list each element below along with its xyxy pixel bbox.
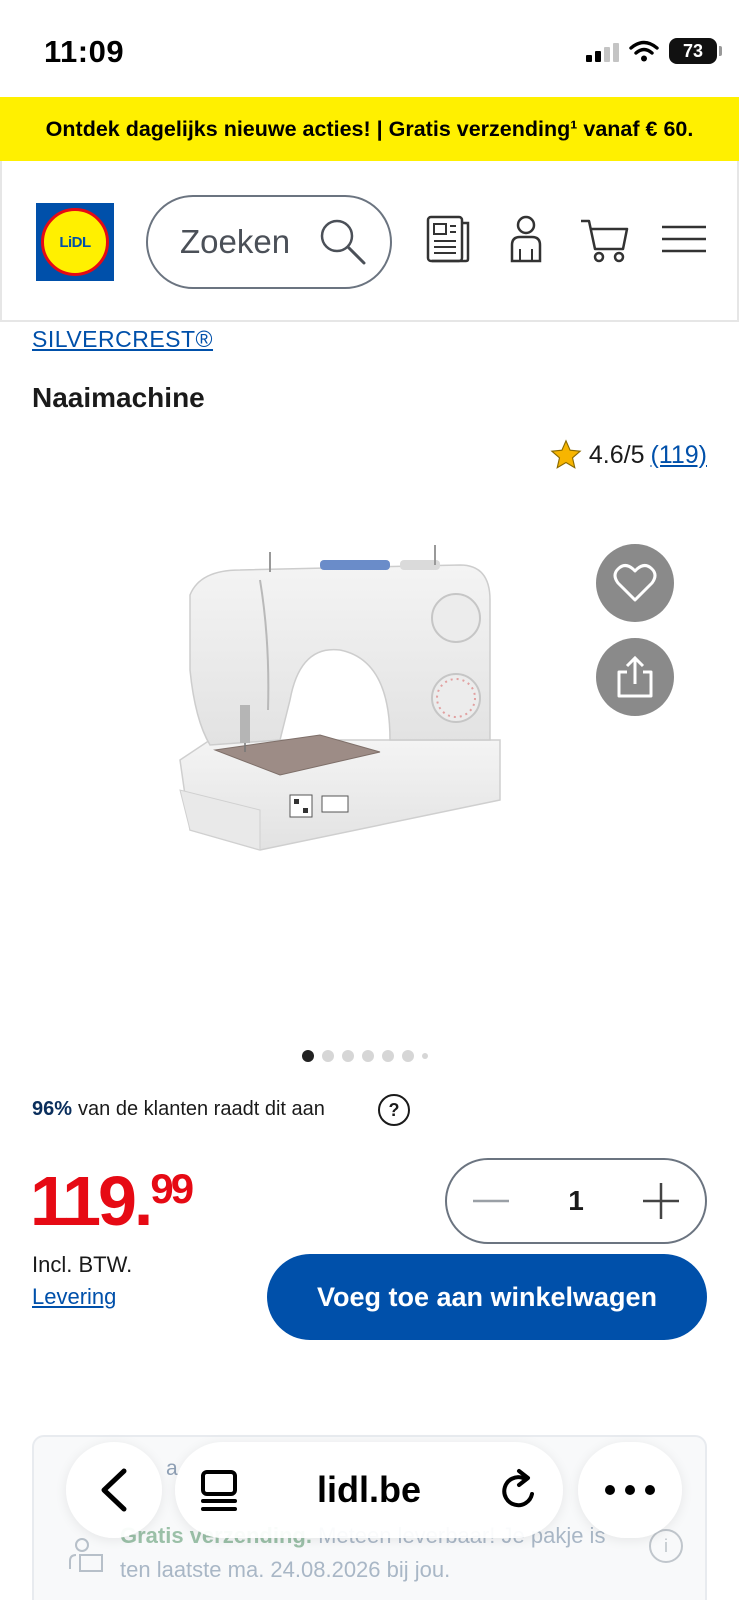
product-title: Naaimachine: [32, 382, 205, 413]
share-button[interactable]: [596, 638, 674, 716]
search-input[interactable]: Zoeken: [146, 195, 392, 289]
menu-icon[interactable]: [658, 213, 710, 265]
status-bar: 11:09 73: [0, 0, 739, 100]
address-bar[interactable]: lidl.be: [175, 1442, 563, 1538]
promo-text: Ontdek dagelijks nieuwe acties! | Gratis…: [45, 116, 694, 141]
price: 119. 99: [30, 1162, 194, 1240]
minus-icon[interactable]: [471, 1181, 511, 1221]
brand-link[interactable]: SILVERCREST®: [32, 326, 213, 353]
signal-icon: [586, 40, 619, 62]
reload-icon[interactable]: [499, 1468, 539, 1512]
recommend-percent: 96%: [32, 1098, 73, 1120]
lidl-logo[interactable]: LiDL: [36, 203, 114, 281]
status-time: 11:09: [44, 34, 125, 69]
account-icon[interactable]: [500, 213, 552, 265]
carousel-dot[interactable]: [422, 1053, 428, 1059]
share-icon: [617, 655, 653, 698]
brochure-icon[interactable]: [422, 213, 474, 265]
search-placeholder: Zoeken: [180, 223, 291, 260]
product-image[interactable]: [170, 540, 510, 880]
price-integer: 119.: [30, 1162, 153, 1240]
favorite-button[interactable]: [596, 544, 674, 622]
more-icon: [605, 1485, 655, 1495]
recommendation: 96% van de klanten raadt dit aan: [32, 1098, 325, 1121]
carousel-dot[interactable]: [342, 1050, 354, 1062]
promo-banner[interactable]: Ontdek dagelijks nieuwe acties! | Gratis…: [0, 97, 739, 161]
status-indicators: 73: [586, 38, 722, 64]
delivery-link[interactable]: Levering: [32, 1284, 116, 1310]
add-to-cart-button[interactable]: Voeg toe aan winkelwagen: [267, 1254, 707, 1340]
star-icon: [550, 439, 582, 469]
plus-icon[interactable]: [641, 1181, 681, 1221]
carousel-dot[interactable]: [362, 1050, 374, 1062]
cart-icon[interactable]: [579, 213, 631, 265]
vat-note: Incl. BTW.: [32, 1252, 133, 1277]
search-icon[interactable]: [318, 217, 368, 267]
logo-text: LiDL: [59, 233, 91, 251]
wifi-icon: [629, 40, 659, 62]
carousel-dot[interactable]: [302, 1050, 314, 1062]
site-header: LiDL Zoeken: [0, 161, 739, 322]
recommend-text: van de klanten raadt dit aan: [78, 1098, 325, 1120]
review-count-link[interactable]: (119): [650, 441, 707, 470]
carousel-dot[interactable]: [382, 1050, 394, 1062]
heart-icon: [613, 564, 657, 602]
more-button[interactable]: [578, 1442, 682, 1538]
price-decimal: 99: [150, 1165, 194, 1212]
back-button[interactable]: [66, 1442, 162, 1538]
quantity-stepper: 1: [445, 1158, 707, 1244]
carousel-dot[interactable]: [322, 1050, 334, 1062]
help-icon[interactable]: ?: [378, 1094, 410, 1126]
rating-value: 4.6/5: [588, 440, 645, 469]
back-icon: [101, 1468, 127, 1512]
tabs-icon[interactable]: [199, 1468, 239, 1512]
quantity-value[interactable]: 1: [568, 1185, 584, 1217]
image-carousel-dots[interactable]: [302, 1050, 428, 1062]
carousel-dot[interactable]: [402, 1050, 414, 1062]
url-text[interactable]: lidl.be: [317, 1469, 421, 1511]
rating[interactable]: 4.6/5 (119): [549, 438, 707, 472]
battery-icon: 73: [669, 38, 722, 64]
browser-toolbar: lidl.be: [0, 1432, 739, 1552]
